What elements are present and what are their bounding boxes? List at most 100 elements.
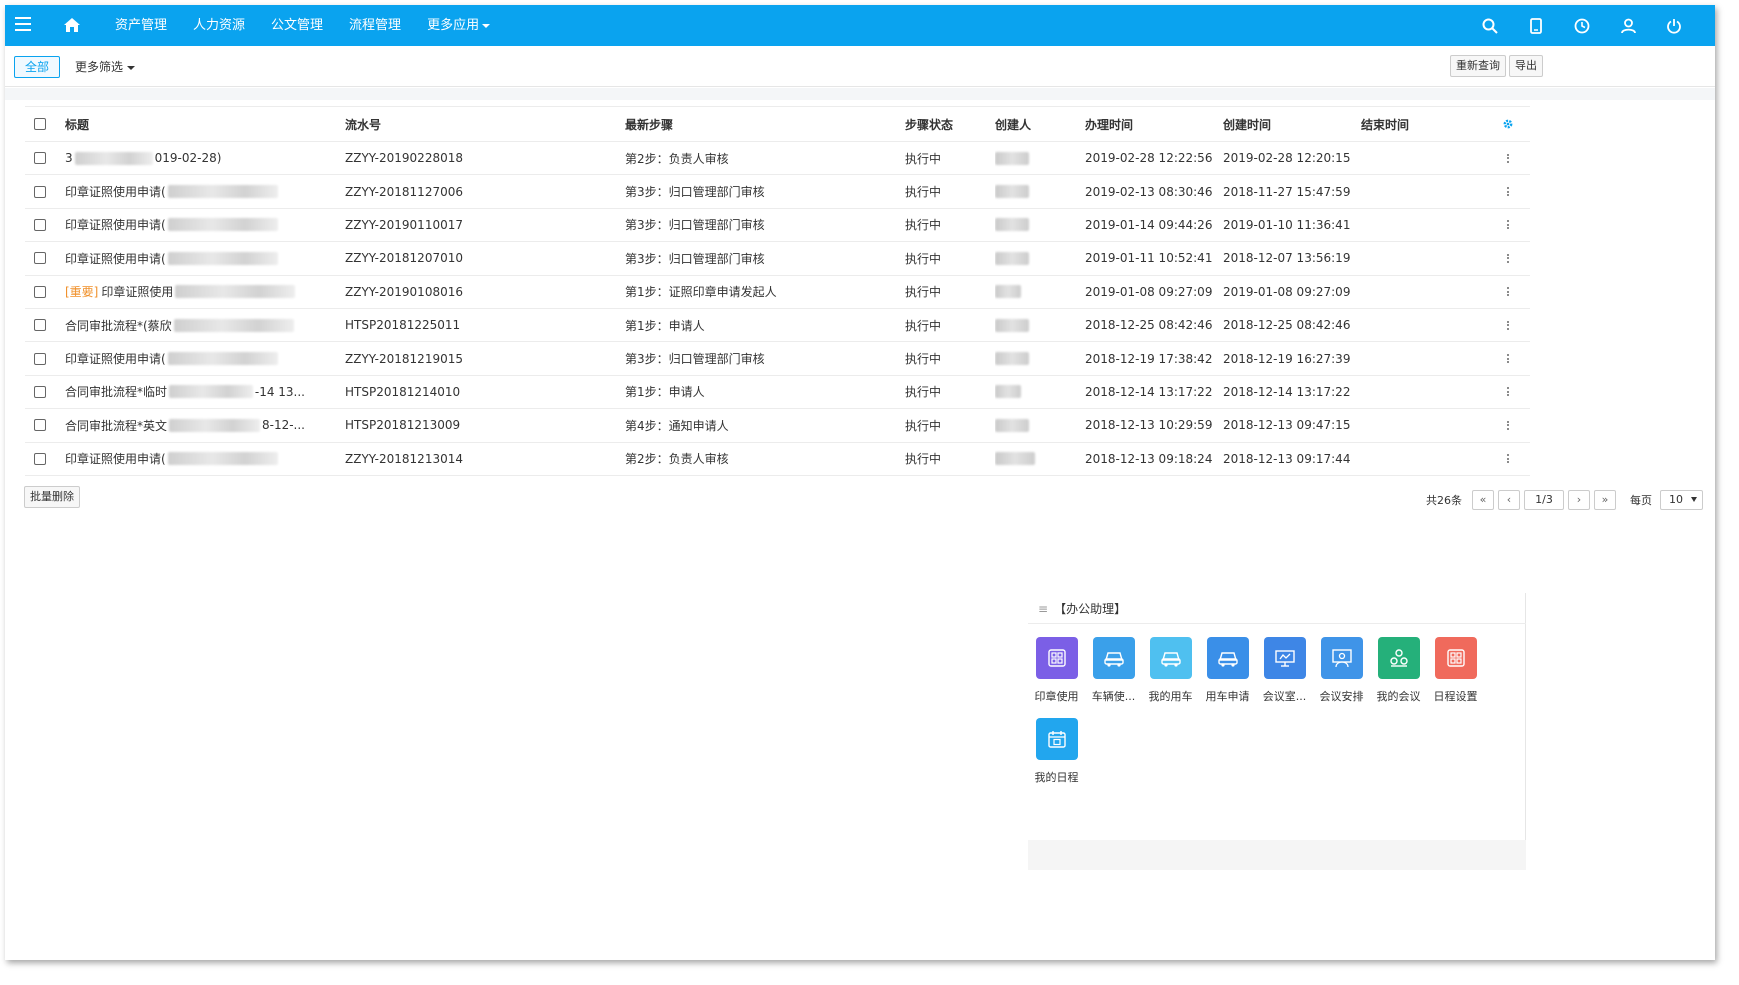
row-more-icon[interactable]: [1493, 443, 1523, 475]
row-title[interactable]: 合同审批流程*英文 8-12-...: [65, 409, 305, 441]
per-page-select[interactable]: 10: [1660, 490, 1703, 510]
table-row[interactable]: 印章证照使用申请(ZZYY-20181219015 第3步：归口管理部门审核 执行中…: [25, 342, 1530, 376]
header-creator[interactable]: 创建人: [995, 107, 1075, 141]
top-icon-group: [1467, 5, 1697, 46]
app-tile[interactable]: 日程设置: [1427, 637, 1484, 704]
search-icon[interactable]: [1467, 5, 1513, 46]
requery-button[interactable]: 重新查询: [1450, 55, 1506, 77]
row-title[interactable]: 印章证照使用申请(: [65, 175, 305, 207]
header-create-time[interactable]: 创建时间: [1223, 107, 1353, 141]
power-icon[interactable]: [1651, 5, 1697, 46]
row-title[interactable]: 印章证照使用申请(: [65, 342, 305, 374]
row-more-icon[interactable]: [1493, 342, 1523, 374]
table-row[interactable]: 3 019-02-28) ZZYY-20190228018 第2步：负责人审核 执行中 2…: [25, 142, 1530, 176]
nav-item-more-apps[interactable]: 更多应用: [414, 5, 503, 46]
row-creator: [995, 276, 1075, 308]
first-page-button[interactable]: «: [1472, 490, 1494, 510]
app-tile[interactable]: 我的用车: [1142, 637, 1199, 704]
row-status: 执行中: [905, 352, 942, 367]
row-checkbox[interactable]: [34, 152, 46, 165]
row-checkbox[interactable]: [34, 218, 46, 231]
select-all-checkbox[interactable]: [34, 118, 46, 130]
redacted-creator: [995, 385, 1021, 399]
redacted-creator: [995, 452, 1035, 466]
export-button[interactable]: 导出: [1509, 55, 1543, 77]
row-checkbox[interactable]: [34, 419, 46, 432]
batch-delete-button[interactable]: 批量删除: [24, 486, 80, 508]
last-page-button[interactable]: »: [1594, 490, 1616, 510]
app-label: 日程设置: [1433, 690, 1478, 703]
row-title[interactable]: 印章证照使用申请(: [65, 443, 305, 475]
menu-icon[interactable]: [15, 17, 31, 33]
row-title[interactable]: 印章证照使用申请(: [65, 242, 305, 274]
row-title[interactable]: 合同审批流程*临时 -14 13...: [65, 376, 305, 408]
app-tile[interactable]: 会议室...: [1256, 637, 1313, 704]
app-tile[interactable]: 用车申请: [1199, 637, 1256, 704]
mobile-icon[interactable]: [1513, 5, 1559, 46]
row-title[interactable]: [重要] 印章证照使用: [65, 276, 305, 308]
row-more-icon[interactable]: [1493, 376, 1523, 408]
table-row[interactable]: [重要] 印章证照使用 ZZYY-20190108016 第1步：证照印章申请发起人 执…: [25, 276, 1530, 309]
row-checkbox[interactable]: [34, 385, 46, 398]
next-page-button[interactable]: ›: [1568, 490, 1590, 510]
redacted-text: [169, 385, 253, 399]
nav-item-documents[interactable]: 公文管理: [258, 5, 336, 46]
row-more-icon[interactable]: [1493, 242, 1523, 274]
header-serial[interactable]: 流水号: [345, 107, 615, 141]
user-icon[interactable]: [1605, 5, 1651, 46]
app-label: 我的用车: [1148, 690, 1193, 703]
row-title[interactable]: 合同审批流程*(蔡欣: [65, 309, 305, 341]
nav-item-hr[interactable]: 人力资源: [180, 5, 258, 46]
row-end-time: [1361, 309, 1481, 341]
header-title[interactable]: 标题: [65, 107, 305, 141]
table-row[interactable]: 印章证照使用申请(ZZYY-20190110017 第3步：归口管理部门审核 执行中…: [25, 209, 1530, 243]
row-title-prefix: 合同审批流程*(蔡欣: [65, 318, 172, 333]
redacted-creator: [995, 418, 1029, 432]
column-settings-icon[interactable]: [1493, 107, 1523, 141]
nav-item-workflow[interactable]: 流程管理: [336, 5, 414, 46]
row-more-icon[interactable]: [1493, 409, 1523, 441]
row-checkbox[interactable]: [34, 319, 46, 332]
table-row[interactable]: 印章证照使用申请(ZZYY-20181207010 第3步：归口管理部门审核 执行中…: [25, 242, 1530, 276]
row-checkbox[interactable]: [34, 185, 46, 198]
row-more-icon[interactable]: [1493, 209, 1523, 241]
row-more-icon[interactable]: [1493, 142, 1523, 174]
row-more-icon[interactable]: [1493, 175, 1523, 207]
more-filter-dropdown[interactable]: 更多筛选: [75, 56, 136, 78]
row-title-prefix: 合同审批流程*英文: [65, 418, 168, 433]
row-checkbox[interactable]: [34, 285, 46, 298]
row-checkbox[interactable]: [34, 352, 46, 365]
table-row[interactable]: 合同审批流程*(蔡欣 HTSP20181225011 第1步：申请人 执行中 2018-…: [25, 309, 1530, 343]
row-handle-time: 2019-01-11 10:52:41: [1085, 251, 1213, 266]
header-handle-time[interactable]: 办理时间: [1085, 107, 1215, 141]
app-tile[interactable]: 印章使用: [1028, 637, 1085, 704]
clock-icon[interactable]: [1559, 5, 1605, 46]
app-label: 会议安排: [1319, 690, 1364, 703]
row-more-icon[interactable]: [1493, 276, 1523, 308]
app-tile[interactable]: 会议安排: [1313, 637, 1370, 704]
table-row[interactable]: 印章证照使用申请(ZZYY-20181127006 第3步：归口管理部门审核 执行中…: [25, 175, 1530, 209]
row-title-suffix: 8-12-...: [261, 418, 305, 433]
filter-all-button[interactable]: 全部: [14, 56, 60, 78]
header-status[interactable]: 步骤状态: [905, 107, 985, 141]
row-status: 执行中: [905, 151, 942, 166]
hamburger-icon[interactable]: ≡: [1038, 602, 1048, 616]
row-title[interactable]: 印章证照使用申请(: [65, 209, 305, 241]
row-more-icon[interactable]: [1493, 309, 1523, 341]
table-row[interactable]: 合同审批流程*临时 -14 13... HTSP20181214010 第1步：申请人…: [25, 376, 1530, 410]
row-title[interactable]: 3 019-02-28): [65, 142, 305, 174]
header-step[interactable]: 最新步骤: [625, 107, 895, 141]
row-checkbox[interactable]: [34, 252, 46, 265]
table-row[interactable]: 印章证照使用申请(ZZYY-20181213014 第2步：负责人审核 执行中 201…: [25, 443, 1530, 476]
row-checkbox[interactable]: [34, 452, 46, 465]
page-input[interactable]: 1/3: [1524, 490, 1564, 510]
nav-item-assets[interactable]: 资产管理: [102, 5, 180, 46]
app-tile[interactable]: 我的日程: [1028, 718, 1085, 785]
table-row[interactable]: 合同审批流程*英文 8-12-... HTSP20181213009 第4步：通知申请…: [25, 409, 1530, 443]
app-tile[interactable]: 车辆使...: [1085, 637, 1142, 704]
header-end-time[interactable]: 结束时间: [1361, 107, 1481, 141]
prev-page-button[interactable]: ‹: [1498, 490, 1520, 510]
app-tile[interactable]: 我的会议: [1370, 637, 1427, 704]
row-serial: ZZYY-20181213014: [345, 451, 463, 466]
home-icon[interactable]: [63, 17, 81, 33]
